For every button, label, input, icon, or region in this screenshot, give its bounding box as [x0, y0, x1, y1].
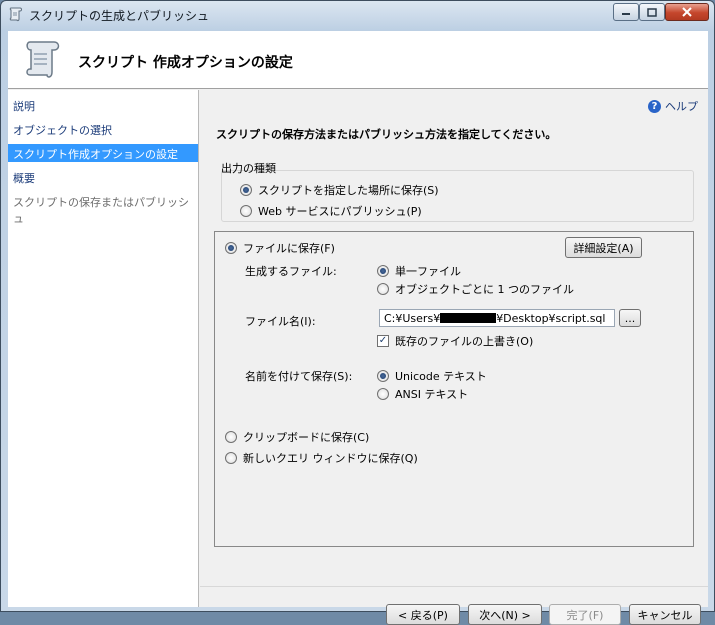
- file-per-object-radio[interactable]: オブジェクトごとに 1 つのファイル: [377, 281, 574, 297]
- next-button[interactable]: 次へ(N) >: [468, 604, 542, 625]
- nav-item-label: スクリプトの保存またはパブリッシュ: [13, 196, 189, 225]
- wizard-client: スクリプト 作成オプションの設定 説明 オブジェクトの選択 スクリプト作成オプシ…: [8, 31, 708, 625]
- advanced-button[interactable]: 詳細設定(A): [565, 237, 642, 258]
- script-scroll-icon: [26, 41, 60, 78]
- nav-item-scripting-options[interactable]: スクリプト作成オプションの設定: [8, 144, 198, 162]
- file-per-object-label: オブジェクトごとに 1 つのファイル: [395, 283, 574, 296]
- checkbox-indicator[interactable]: ✓: [377, 335, 389, 347]
- save-to-file-label: ファイルに保存(F): [243, 242, 335, 255]
- maximize-button[interactable]: [639, 3, 665, 21]
- ansi-text-label: ANSI テキスト: [395, 388, 469, 401]
- overwrite-label: 既存のファイルの上書き(O): [395, 335, 534, 348]
- help-link[interactable]: ? ヘルプ: [648, 98, 698, 114]
- nav-item-label: 説明: [13, 100, 35, 113]
- nav-item-select-objects[interactable]: オブジェクトの選択: [8, 120, 198, 138]
- radio-indicator[interactable]: [240, 184, 252, 196]
- radio-indicator[interactable]: [377, 370, 389, 382]
- save-to-clipboard-label: クリップボードに保存(C): [243, 431, 370, 444]
- single-file-label: 単一ファイル: [395, 265, 461, 278]
- unicode-text-label: Unicode テキスト: [395, 370, 487, 383]
- page-header: スクリプト 作成オプションの設定: [8, 31, 708, 89]
- file-name-label: ファイル名(I):: [245, 315, 316, 328]
- radio-indicator[interactable]: [377, 388, 389, 400]
- nav-item-label: オブジェクトの選択: [13, 124, 112, 137]
- save-to-query-window-label: 新しいクエリ ウィンドウに保存(Q): [243, 452, 418, 465]
- save-options-group: ファイルに保存(F) 詳細設定(A) 生成するファイル: 単一ファイル オブジェ…: [214, 231, 694, 547]
- file-name-input[interactable]: C:¥Users¥ ¥Desktop¥script.sql: [379, 309, 615, 327]
- window-title: スクリプトの生成とパブリッシュ: [29, 9, 210, 23]
- content-panel: ? ヘルプ スクリプトの保存方法またはパブリッシュ方法を指定してください。 出力…: [200, 90, 708, 625]
- nav-item-summary[interactable]: 概要: [8, 168, 198, 186]
- files-to-generate-label: 生成するファイル:: [245, 265, 337, 278]
- ansi-text-radio[interactable]: ANSI テキスト: [377, 386, 468, 402]
- title-bar[interactable]: スクリプトの生成とパブリッシュ: [1, 1, 714, 29]
- overwrite-checkbox[interactable]: ✓ 既存のファイルの上書き(O): [377, 333, 533, 349]
- radio-indicator[interactable]: [240, 205, 252, 217]
- cancel-button[interactable]: キャンセル: [629, 604, 701, 625]
- save-to-query-window-radio[interactable]: 新しいクエリ ウィンドウに保存(Q): [225, 450, 418, 466]
- finish-button: 完了(F): [549, 604, 621, 625]
- back-button[interactable]: < 戻る(P): [386, 604, 460, 625]
- radio-indicator[interactable]: [225, 242, 237, 254]
- help-label: ヘルプ: [665, 100, 698, 113]
- help-icon: ?: [648, 99, 661, 113]
- maximize-icon: [647, 7, 657, 17]
- unicode-text-radio[interactable]: Unicode テキスト: [377, 368, 487, 384]
- save-to-clipboard-radio[interactable]: クリップボードに保存(C): [225, 429, 369, 445]
- close-button[interactable]: [665, 3, 709, 21]
- output-type-label: 出力の種類: [221, 162, 276, 175]
- publish-web-service-label: Web サービスにパブリッシュ(P): [258, 205, 422, 218]
- script-scroll-icon: [9, 7, 22, 22]
- redacted-username: [440, 313, 497, 323]
- nav-item-description[interactable]: 説明: [8, 96, 198, 114]
- instruction-text: スクリプトの保存方法またはパブリッシュ方法を指定してください。: [216, 128, 557, 141]
- save-to-file-radio[interactable]: ファイルに保存(F): [225, 240, 335, 256]
- nav-item-label: 概要: [13, 172, 35, 185]
- radio-indicator[interactable]: [377, 265, 389, 277]
- wizard-window: スクリプトの生成とパブリッシュ スクリプト 作成オプションの設定 説明 オブジェ…: [0, 0, 715, 625]
- single-file-radio[interactable]: 単一ファイル: [377, 263, 461, 279]
- file-name-suffix: ¥Desktop¥script.sql: [496, 312, 606, 325]
- file-name-prefix: C:¥Users¥: [384, 312, 441, 325]
- close-icon: [682, 7, 692, 17]
- radio-indicator[interactable]: [225, 452, 237, 464]
- radio-indicator[interactable]: [377, 283, 389, 295]
- page-title: スクリプト 作成オプションの設定: [78, 55, 293, 71]
- nav-item-save-or-publish: スクリプトの保存またはパブリッシュ: [8, 192, 198, 225]
- minimize-button[interactable]: [613, 3, 639, 21]
- save-to-location-label: スクリプトを指定した場所に保存(S): [258, 184, 439, 197]
- nav-item-label: スクリプト作成オプションの設定: [13, 148, 178, 161]
- save-to-location-radio[interactable]: スクリプトを指定した場所に保存(S): [240, 182, 439, 198]
- save-as-label: 名前を付けて保存(S):: [245, 370, 353, 383]
- wizard-nav: 説明 オブジェクトの選択 スクリプト作成オプションの設定 概要 スクリプトの保存…: [8, 90, 199, 607]
- minimize-icon: [622, 13, 630, 15]
- browse-button[interactable]: ...: [619, 309, 641, 327]
- footer-divider: [200, 586, 708, 587]
- publish-web-service-radio[interactable]: Web サービスにパブリッシュ(P): [240, 203, 422, 219]
- radio-indicator[interactable]: [225, 431, 237, 443]
